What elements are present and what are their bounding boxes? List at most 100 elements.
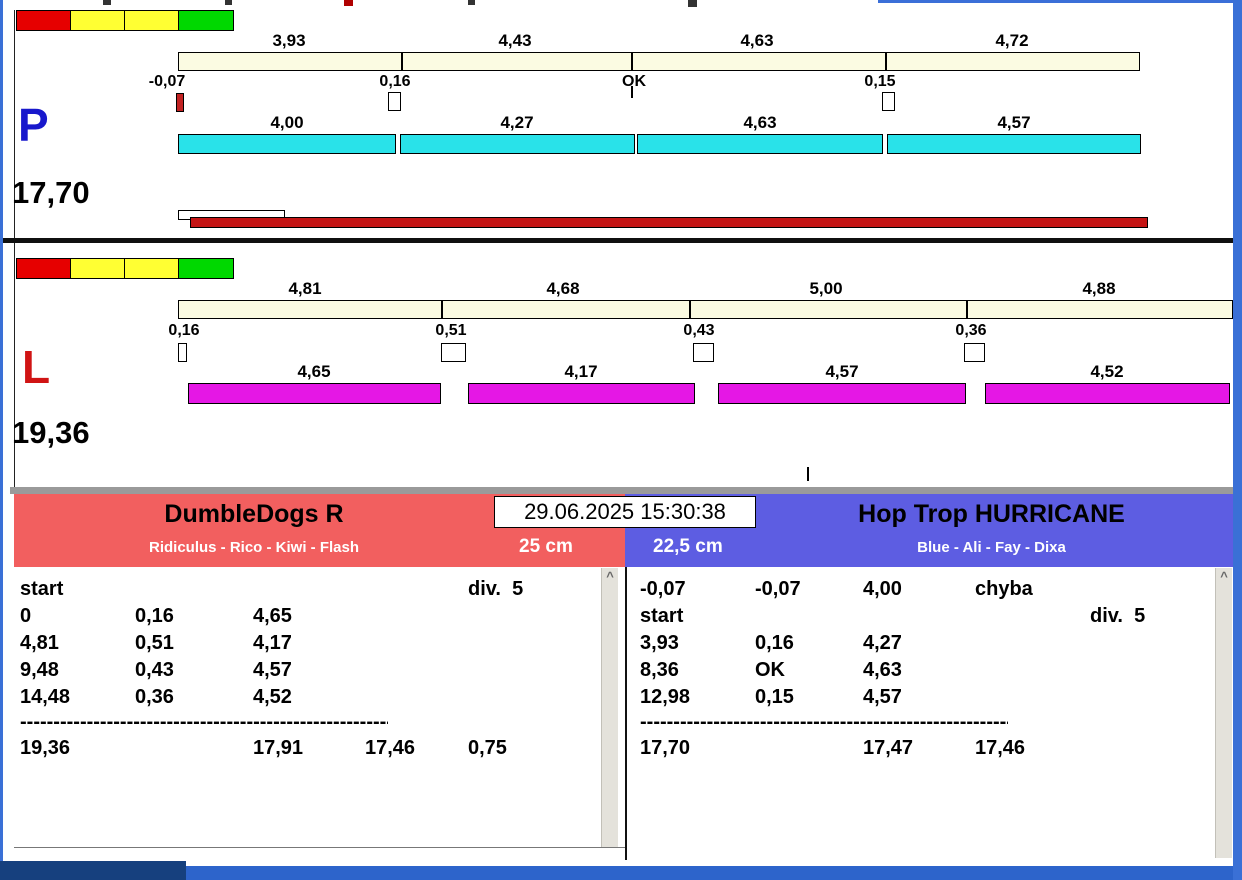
clipped-window-edge	[878, 0, 1233, 3]
clipped-toolbar-text	[225, 0, 232, 5]
dog-time: 4,57	[997, 113, 1031, 132]
table-row: 0 0,16 4,65	[20, 603, 625, 630]
table-row: 4,81 0,51 4,17	[20, 630, 625, 657]
right-panel-scrollbar[interactable]: ^	[1215, 568, 1232, 858]
dog-time-bar	[887, 134, 1141, 154]
team-lineup-right: Blue - Ali - Fay - Dixa	[917, 539, 1066, 556]
split-time: 4,43	[498, 31, 532, 50]
lane-divider	[3, 238, 1233, 243]
start-light-green	[178, 10, 234, 31]
crossing-value: 0,36	[955, 322, 987, 339]
dog-time-bar	[985, 383, 1230, 404]
table-separator: ----------------------------------------…	[640, 711, 1008, 733]
dog-time: 4,27	[500, 113, 534, 132]
dog-time-bar	[400, 134, 635, 154]
split-time: 3,93	[272, 31, 306, 50]
scale-divider	[885, 53, 887, 70]
dog-time-bar	[637, 134, 883, 154]
jump-height-right: 22,5 cm	[653, 536, 723, 557]
crossing-value: 0,15	[864, 73, 896, 90]
start-lights-l	[16, 258, 235, 279]
scale-divider	[966, 301, 968, 318]
crossing-marker	[441, 343, 466, 362]
table-cell: 4,57	[863, 686, 902, 708]
table-cell: 4,65	[253, 605, 292, 627]
clipped-toolbar-text	[688, 0, 697, 7]
start-light-yellow-2	[124, 258, 180, 279]
table-row: 3,93 0,16 4,27	[640, 630, 1233, 657]
table-row: 8,36 OK 4,63	[640, 657, 1233, 684]
left-panel-scrollbar[interactable]: ^	[601, 568, 618, 847]
split-scale-bar-p	[178, 52, 1140, 71]
table-cell: 4,27	[863, 632, 902, 654]
table-cell: 17,46	[365, 737, 416, 759]
table-cell: 4,63	[863, 659, 902, 681]
table-cell: 17,46	[975, 737, 1026, 759]
dog-time: 4,65	[297, 362, 331, 381]
table-cell: 14,48	[20, 686, 71, 708]
table-cell: -0,07	[640, 578, 686, 600]
dog-time: 4,52	[1090, 362, 1124, 381]
scale-divider	[631, 53, 633, 70]
table-cell: start	[20, 578, 64, 600]
jump-height-left: 25 cm	[519, 536, 573, 557]
lane-letter-p: P	[18, 99, 49, 151]
scale-divider	[401, 53, 403, 70]
table-cell: 0,16	[135, 605, 174, 627]
lane-letter-l: L	[22, 341, 51, 393]
crossing-value: OK	[622, 73, 646, 90]
table-cell: 4,52	[253, 686, 292, 708]
table-row: 12,98 0,15 4,57	[640, 684, 1233, 711]
crossing-marker	[388, 92, 401, 111]
table-row: start div. 5	[640, 603, 1233, 630]
table-cell: 17,47	[863, 737, 914, 759]
scale-divider	[441, 301, 443, 318]
start-lights-p	[16, 10, 235, 31]
table-row-totals: 19,36 17,91 17,46 0,75	[20, 735, 625, 762]
crossing-marker	[882, 92, 895, 111]
table-cell: 0,43	[135, 659, 174, 681]
team-name-left: DumbleDogs R	[164, 500, 344, 528]
start-light-red	[16, 258, 72, 279]
crossing-value: -0,07	[148, 73, 186, 90]
start-light-green	[178, 258, 234, 279]
dog-time-bar	[188, 383, 441, 404]
table-cell: 8,36	[640, 659, 679, 681]
table-row: 9,48 0,43 4,57	[20, 657, 625, 684]
flyball-timer-window: 3,93 4,43 4,63 4,72 -0,07 0,16 OK 0,15 4…	[0, 0, 1242, 880]
results-panel-right: -0,07 -0,07 4,00 chyba start div. 5 3,93 0,16…	[625, 567, 1233, 860]
scoreboard-divider	[10, 487, 1236, 494]
dog-time-bar	[718, 383, 966, 404]
dog-time: 4,00	[270, 113, 304, 132]
dog-time: 4,17	[564, 362, 598, 381]
crossing-marker	[178, 343, 187, 362]
cursor-tick	[807, 467, 809, 481]
crossing-marker	[693, 343, 714, 362]
table-row-penalty: -0,07 -0,07 4,00 chyba	[640, 576, 1233, 603]
race-timestamp: 29.06.2025 15:30:38	[494, 496, 756, 528]
window-border-left	[0, 0, 3, 861]
race-progress-bar	[190, 217, 1148, 228]
table-cell: 17,91	[253, 737, 304, 759]
crossing-tick	[631, 86, 633, 98]
table-cell: 4,57	[253, 659, 292, 681]
table-cell: 4,00	[863, 578, 902, 600]
table-cell: 0,36	[135, 686, 174, 708]
table-cell: 0,16	[755, 632, 794, 654]
table-cell: -0,07	[755, 578, 801, 600]
clipped-toolbar-text	[103, 0, 111, 5]
lane-total-l: 19,36	[12, 415, 90, 450]
results-panel-left: start div. 5 0 0,16 4,65 4,81 0,51 4,17 9,48 0…	[14, 567, 625, 848]
table-cell: 4,17	[253, 632, 292, 654]
window-border-right	[1233, 0, 1242, 880]
crossing-marker	[964, 343, 985, 362]
scroll-up-icon[interactable]: ^	[1216, 568, 1232, 584]
scale-divider	[689, 301, 691, 318]
table-cell: div. 5	[1090, 605, 1146, 627]
start-light-yellow-1	[70, 258, 126, 279]
scroll-up-icon[interactable]: ^	[602, 568, 618, 584]
split-time: 4,81	[288, 279, 322, 298]
dog-time-bar	[178, 134, 396, 154]
start-light-yellow-2	[124, 10, 180, 31]
split-time: 4,68	[546, 279, 580, 298]
